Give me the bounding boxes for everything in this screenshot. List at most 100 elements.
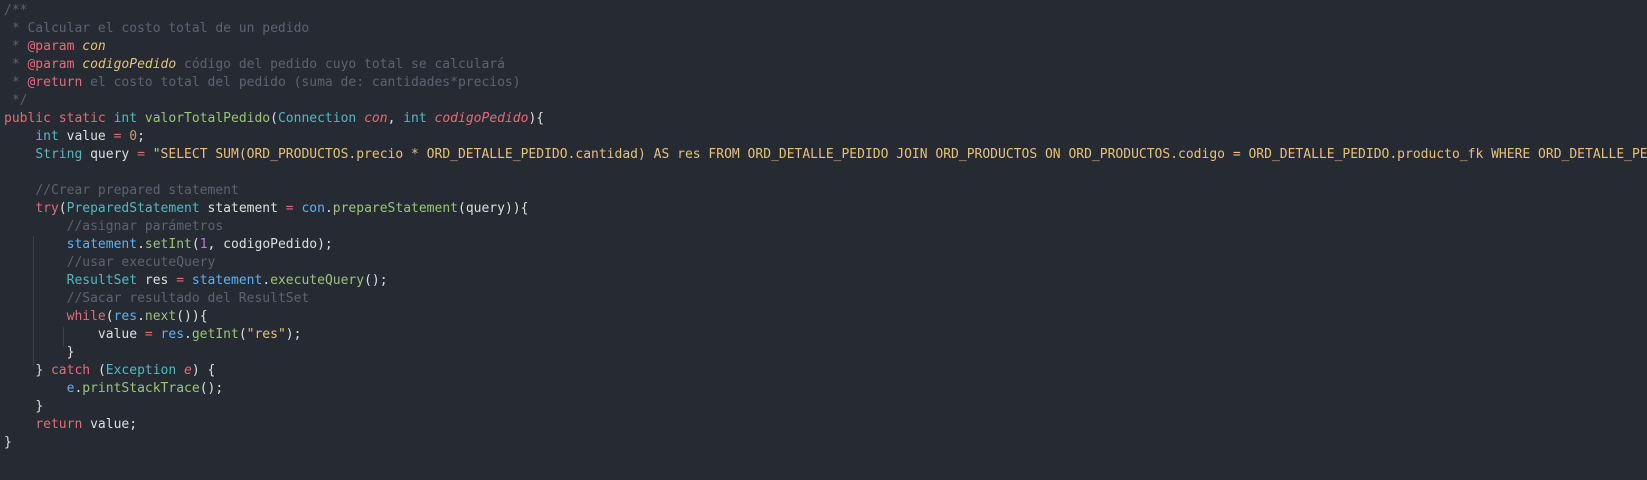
type-name: int [113, 111, 138, 126]
code-line-17: //Sacar resultado del ResultSet [4, 289, 310, 308]
code-line-14: statement.setInt(1, codigoPedido); [4, 235, 333, 254]
object-name: res [113, 309, 138, 324]
code-line-23: } [4, 397, 43, 416]
parameter-name: e [184, 363, 192, 378]
punctuation: ( [270, 111, 278, 126]
string-literal: "SELECT SUM(ORD_PRODUCTOS.precio * ORD_D… [152, 147, 1647, 162]
keyword: catch [50, 363, 91, 378]
object-name: con [301, 201, 325, 216]
comment-text: * Calcular el costo total de un pedido [4, 21, 310, 36]
code-line-9: String query = "SELECT SUM(ORD_PRODUCTOS… [4, 145, 1647, 164]
variable-name: value; [90, 417, 138, 432]
comment-text: //asignar parámetros [66, 219, 224, 234]
code-line-22: e.printStackTrace(); [4, 379, 224, 398]
keyword: return [35, 417, 83, 432]
code-line-25: } [4, 433, 12, 452]
method-call: getInt [191, 327, 239, 342]
object-name: statement [66, 237, 138, 252]
method-name: valorTotalPedido [144, 111, 271, 126]
punctuation: , [387, 111, 396, 126]
comment-text: /** [4, 3, 28, 18]
variable-name: value [66, 129, 106, 144]
code-line-5: * @return el costo total del pedido (sum… [4, 73, 521, 92]
code-line-6: */ [4, 91, 28, 110]
type-name: PreparedStatement [66, 201, 200, 216]
variable-name: statement [207, 201, 278, 216]
operator: = [176, 273, 185, 288]
code-line-4: * @param codigoPedido código del pedido … [4, 55, 505, 74]
code-editor[interactable]: /** * Calcular el costo total de un pedi… [0, 0, 1647, 480]
comment-text: //Sacar resultado del ResultSet [66, 291, 310, 306]
comment-prefix: * [4, 39, 28, 54]
code-line-7: public static int valorTotalPedido(Conne… [4, 109, 544, 128]
number-literal: 0 [129, 129, 138, 144]
parameter-name: con [364, 111, 388, 126]
type-name: int [35, 129, 59, 144]
punctuation: ); [285, 327, 302, 342]
operator: = [113, 129, 122, 144]
code-line-21: } catch (Exception e) { [4, 361, 215, 380]
code-line-11: //Crear prepared statement [4, 181, 239, 200]
number-literal: 1 [199, 237, 208, 252]
operator: = [285, 201, 294, 216]
punctuation: . [324, 201, 333, 216]
punctuation: } [35, 363, 44, 378]
punctuation: ()){ [176, 309, 208, 324]
punctuation: . [184, 327, 192, 342]
punctuation: ( [238, 327, 247, 342]
punctuation: ; [137, 129, 145, 144]
punctuation: ( [58, 201, 67, 216]
punctuation: ( [97, 363, 106, 378]
punctuation: (query)){ [458, 201, 529, 216]
type-name: Connection [277, 111, 357, 126]
keyword: try [35, 201, 59, 216]
code-line-20: } [4, 343, 75, 362]
type-name: ResultSet [66, 273, 138, 288]
javadoc-param-name: codigoPedido [82, 57, 177, 72]
punctuation: } [66, 345, 75, 360]
code-line-16: ResultSet res = statement.executeQuery()… [4, 271, 388, 290]
comment-text: //usar executeQuery [66, 255, 216, 270]
method-call: setInt [144, 237, 192, 252]
comment-prefix: * [4, 57, 28, 72]
code-line-19: value = res.getInt("res"); [4, 325, 302, 344]
punctuation: } [35, 399, 44, 414]
variable-name: value [97, 327, 138, 342]
type-name: int [403, 111, 427, 126]
comment-text: el costo total del pedido (suma de: cant… [82, 75, 521, 90]
keyword: public [4, 111, 51, 126]
javadoc-tag: @param [27, 57, 75, 72]
punctuation: ){ [528, 111, 545, 126]
punctuation: . [137, 309, 145, 324]
punctuation: ( [191, 237, 200, 252]
method-call: prepareStatement [332, 201, 458, 216]
javadoc-tag: @param [27, 39, 75, 54]
punctuation: , codigoPedido); [207, 237, 333, 252]
type-name: Exception [105, 363, 177, 378]
method-call: executeQuery [270, 273, 365, 288]
punctuation: (); [364, 273, 388, 288]
method-call: printStackTrace [82, 381, 200, 396]
parameter-name: codigoPedido [434, 111, 529, 126]
type-name: String [35, 147, 83, 162]
javadoc-tag: @return [27, 75, 83, 90]
comment-prefix: * [4, 75, 28, 90]
keyword: static [58, 111, 106, 126]
code-line-15: //usar executeQuery [4, 253, 216, 272]
code-line-13: //asignar parámetros [4, 217, 224, 236]
operator: = [144, 327, 153, 342]
code-line-2: * Calcular el costo total de un pedido [4, 19, 309, 38]
code-line-12: try(PreparedStatement statement = con.pr… [4, 199, 528, 218]
object-name: statement [191, 273, 263, 288]
punctuation: . [262, 273, 271, 288]
code-line-8: int value = 0; [4, 127, 145, 146]
code-line-3: * @param con [4, 37, 106, 56]
variable-name: res [144, 273, 169, 288]
string-literal: "res" [246, 327, 286, 342]
punctuation: . [137, 237, 145, 252]
comment-text: //Crear prepared statement [35, 183, 239, 198]
comment-text: */ [4, 93, 28, 108]
punctuation: } [4, 435, 12, 450]
punctuation: ) { [191, 363, 216, 378]
punctuation: (); [199, 381, 224, 396]
